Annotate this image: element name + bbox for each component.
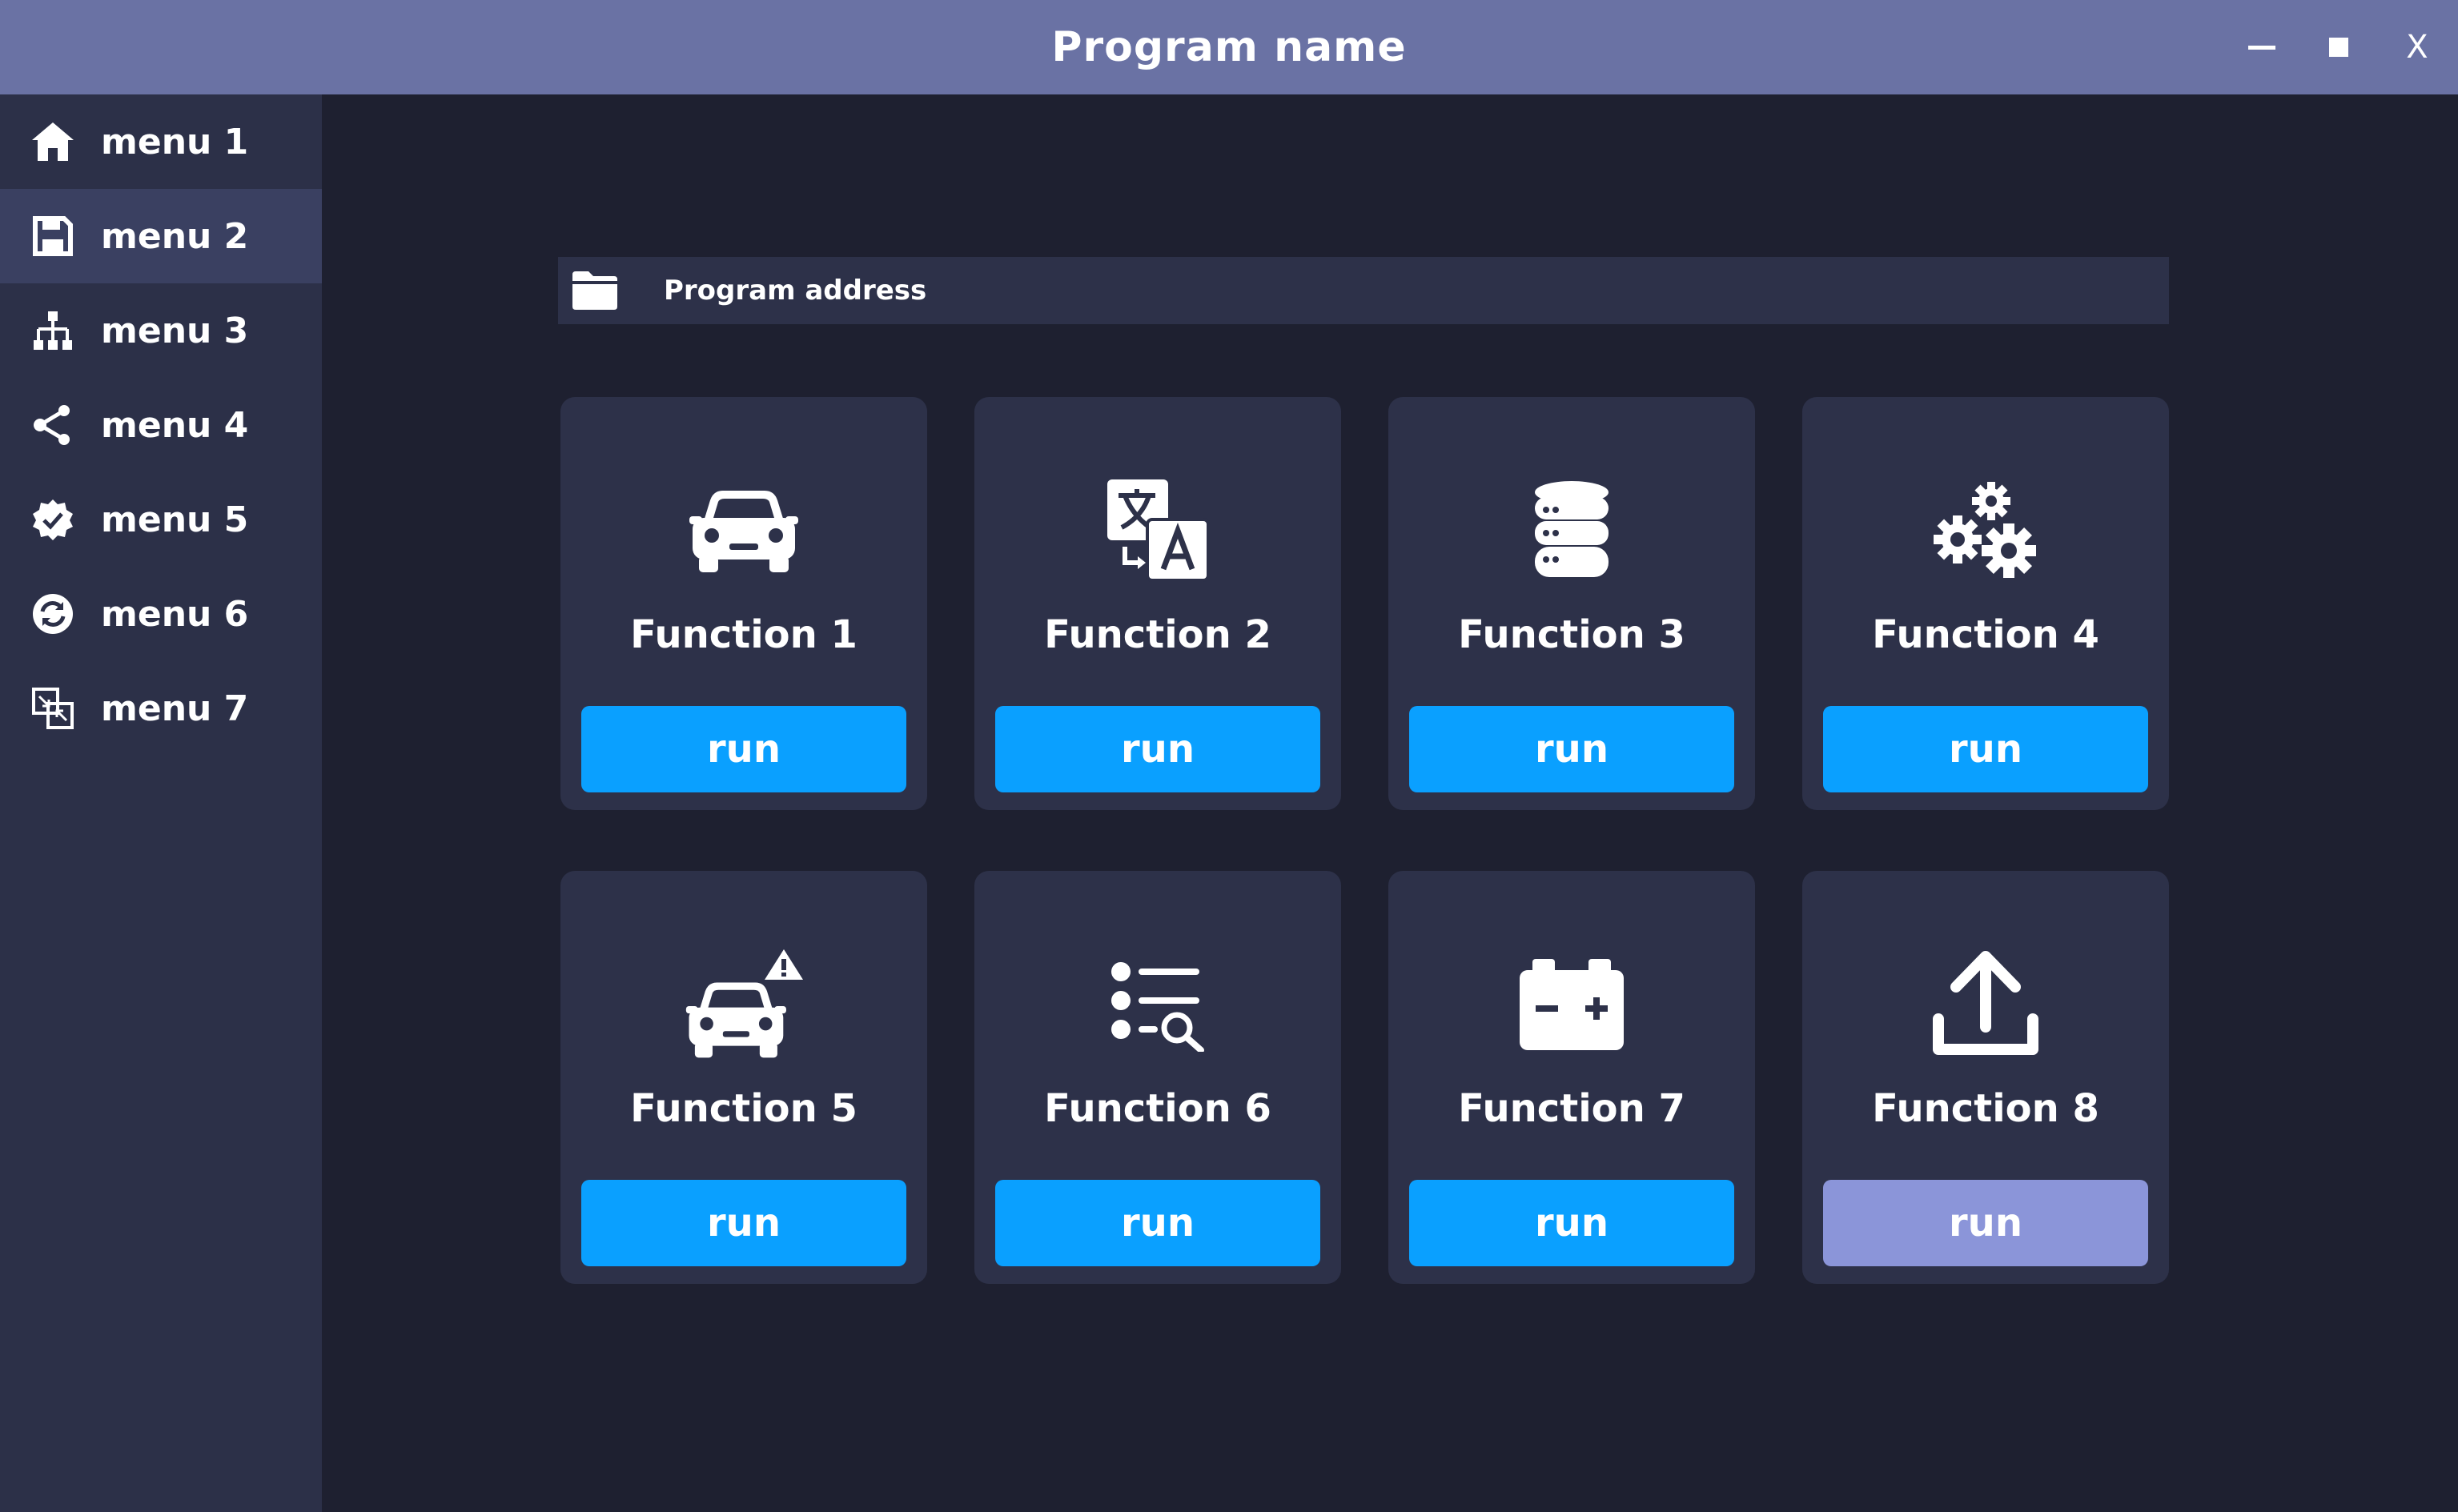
function-label: Function 2 (1044, 612, 1271, 657)
run-button[interactable]: run (581, 706, 906, 792)
sidebar-item-menu-2[interactable]: menu 2 (0, 189, 322, 283)
function-card-4: Function 4 run (1802, 397, 2169, 810)
function-label: Function 4 (1872, 612, 2099, 657)
function-label: Function 6 (1044, 1086, 1271, 1131)
sidebar-item-label: menu 6 (101, 593, 249, 635)
close-icon: X (2406, 29, 2428, 66)
sidebar-item-menu-6[interactable]: menu 6 (0, 567, 322, 661)
program-address-text: Program address (664, 275, 927, 307)
function-card-7: Function 7 run (1388, 871, 1755, 1284)
transfer-icon (29, 684, 77, 732)
function-card-3: Function 3 run (1388, 397, 1755, 810)
program-address-bar[interactable]: Program address (558, 257, 2169, 324)
run-button[interactable]: run (995, 706, 1320, 792)
sidebar-item-label: menu 7 (101, 688, 249, 729)
sidebar-item-menu-4[interactable]: menu 4 (0, 378, 322, 472)
sync-icon (29, 590, 77, 638)
sidebar-item-menu-1[interactable]: menu 1 (0, 94, 322, 189)
home-icon (29, 118, 77, 166)
list-search-icon (974, 948, 1341, 1060)
run-button[interactable]: run (581, 1180, 906, 1266)
app-window: Program name X menu 1 menu 2 menu 3 menu… (0, 0, 2458, 1512)
run-button[interactable]: run (1409, 706, 1734, 792)
save-icon (29, 212, 77, 260)
title-bar: Program name X (0, 0, 2458, 94)
function-card-5: Function 5 run (560, 871, 927, 1284)
sidebar-item-label: menu 2 (101, 215, 249, 257)
minimize-icon (2248, 45, 2275, 50)
share-icon (29, 401, 77, 449)
close-button[interactable]: X (2389, 19, 2445, 75)
sidebar-item-menu-5[interactable]: menu 5 (0, 472, 322, 567)
function-label: Function 8 (1872, 1086, 2099, 1131)
function-label: Function 5 (630, 1086, 857, 1131)
function-label: Function 1 (630, 612, 857, 657)
gears-icon (1802, 474, 2169, 586)
function-card-1: Function 1 run (560, 397, 927, 810)
sidebar-item-label: menu 4 (101, 404, 249, 446)
minimize-button[interactable] (2234, 19, 2290, 75)
function-card-8: Function 8 run (1802, 871, 2169, 1284)
sidebar-item-menu-7[interactable]: menu 7 (0, 661, 322, 756)
sidebar: menu 1 menu 2 menu 3 menu 4 menu 5 menu … (0, 94, 322, 1512)
battery-icon (1388, 948, 1755, 1060)
car-icon (560, 474, 927, 586)
function-label: Function 7 (1458, 1086, 1685, 1131)
function-card-6: Function 6 run (974, 871, 1341, 1284)
database-icon (1388, 474, 1755, 586)
verified-badge-icon (29, 495, 77, 543)
run-button[interactable]: run (1823, 706, 2148, 792)
folder-icon (571, 270, 619, 311)
run-button[interactable]: run (995, 1180, 1320, 1266)
window-title: Program name (1051, 23, 1407, 71)
sidebar-item-menu-3[interactable]: menu 3 (0, 283, 322, 378)
maximize-button[interactable] (2311, 19, 2367, 75)
run-button[interactable]: run (1409, 1180, 1734, 1266)
sitemap-icon (29, 307, 77, 355)
upload-icon (1802, 948, 2169, 1060)
function-card-2: Function 2 run (974, 397, 1341, 810)
sidebar-item-label: menu 1 (101, 121, 249, 162)
sidebar-item-label: menu 5 (101, 499, 249, 540)
function-label: Function 3 (1458, 612, 1685, 657)
car-warning-icon (560, 948, 927, 1060)
translate-icon (974, 474, 1341, 586)
maximize-icon (2329, 38, 2348, 57)
run-button[interactable]: run (1823, 1180, 2148, 1266)
sidebar-item-label: menu 3 (101, 310, 249, 351)
